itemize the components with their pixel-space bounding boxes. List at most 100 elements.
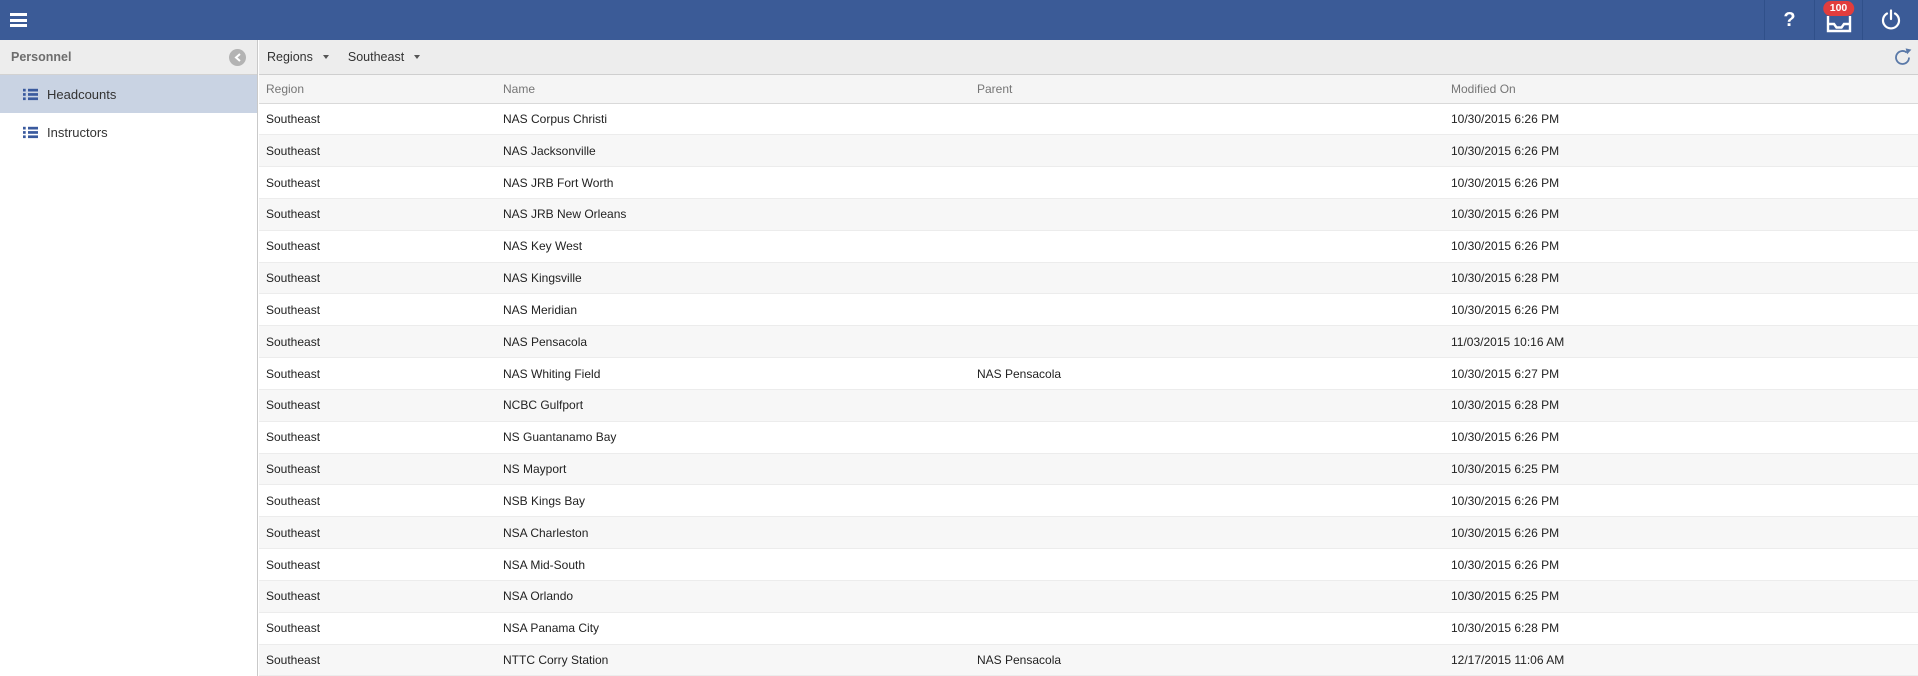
table-row[interactable]: SoutheastNAS Meridian10/30/2015 6:26 PM xyxy=(259,294,1918,326)
region-filter-label: Southeast xyxy=(348,50,404,64)
toolbar: Regions Southeast xyxy=(259,40,1918,75)
help-icon: ? xyxy=(1783,9,1795,32)
sidebar-item-instructors[interactable]: Instructors xyxy=(0,113,257,151)
column-header-name[interactable]: Name xyxy=(496,75,970,103)
table-cell: NSA Orlando xyxy=(496,580,970,612)
grid-body: SoutheastNAS Corpus Christi10/30/2015 6:… xyxy=(259,103,1918,676)
sidebar-item-label: Headcounts xyxy=(47,87,116,102)
menu-icon[interactable] xyxy=(10,11,27,30)
table-cell: Southeast xyxy=(259,167,496,199)
table-cell xyxy=(970,294,1444,326)
regions-dropdown-label: Regions xyxy=(267,50,313,64)
table-cell: 10/30/2015 6:27 PM xyxy=(1444,358,1918,390)
table-cell: 10/30/2015 6:26 PM xyxy=(1444,230,1918,262)
table-row[interactable]: SoutheastNS Guantanamo Bay 10/30/2015 6:2… xyxy=(259,421,1918,453)
table-cell: Southeast xyxy=(259,135,496,167)
table-cell: NAS Pensacola xyxy=(970,358,1444,390)
table-cell xyxy=(970,612,1444,644)
content: Regions Southeast Region Name Parent Mod… xyxy=(259,40,1918,676)
sidebar-item-headcounts[interactable]: Headcounts xyxy=(0,75,257,113)
column-header-parent[interactable]: Parent xyxy=(970,75,1444,103)
table-row[interactable]: SoutheastNSA Orlando10/30/2015 6:25 PM xyxy=(259,580,1918,612)
table-cell: NCBC Gulfport xyxy=(496,389,970,421)
table-cell: 10/30/2015 6:26 PM xyxy=(1444,103,1918,135)
table-cell: 11/03/2015 10:16 AM xyxy=(1444,326,1918,358)
table-cell: Southeast xyxy=(259,389,496,421)
table-cell xyxy=(970,517,1444,549)
table-cell xyxy=(970,549,1444,581)
table-cell: NTTC Corry Station xyxy=(496,644,970,676)
table-cell xyxy=(970,198,1444,230)
table-cell: 10/30/2015 6:26 PM xyxy=(1444,198,1918,230)
table-cell: Southeast xyxy=(259,485,496,517)
table-cell: Southeast xyxy=(259,612,496,644)
region-filter-dropdown[interactable]: Southeast xyxy=(348,50,420,64)
table-cell: 10/30/2015 6:28 PM xyxy=(1444,389,1918,421)
refresh-button[interactable] xyxy=(1893,40,1912,74)
table-row[interactable]: SoutheastNAS JRB New Orleans10/30/2015 6… xyxy=(259,198,1918,230)
table-cell: NAS Corpus Christi xyxy=(496,103,970,135)
table-cell: 10/30/2015 6:26 PM xyxy=(1444,135,1918,167)
table-cell: Southeast xyxy=(259,262,496,294)
sidebar-collapse-button[interactable] xyxy=(229,49,246,66)
table-cell: 10/30/2015 6:25 PM xyxy=(1444,453,1918,485)
column-header-modified-on[interactable]: Modified On xyxy=(1444,75,1918,103)
table-cell: NAS Whiting Field xyxy=(496,358,970,390)
chevron-down-icon xyxy=(414,55,420,59)
table-cell xyxy=(970,230,1444,262)
table-row[interactable]: SoutheastNSA Charleston10/30/2015 6:26 P… xyxy=(259,517,1918,549)
table-cell: Southeast xyxy=(259,103,496,135)
table-cell: NS Guantanamo Bay xyxy=(496,421,970,453)
table-row[interactable]: SoutheastNSA Panama City10/30/2015 6:28 … xyxy=(259,612,1918,644)
table-cell: Southeast xyxy=(259,294,496,326)
table-cell xyxy=(970,135,1444,167)
topbar: ? 100 xyxy=(0,0,1918,40)
sidebar-header: Personnel xyxy=(0,40,257,75)
table-cell xyxy=(970,167,1444,199)
table-cell: NSA Charleston xyxy=(496,517,970,549)
table-cell: NSA Mid-South xyxy=(496,549,970,581)
table-cell: NAS Pensacola xyxy=(970,644,1444,676)
table-cell: Southeast xyxy=(259,580,496,612)
regions-dropdown[interactable]: Regions xyxy=(267,50,329,64)
table-row[interactable]: SoutheastNAS Kingsville10/30/2015 6:28 P… xyxy=(259,262,1918,294)
table-cell: NAS Pensacola xyxy=(496,326,970,358)
power-icon xyxy=(1879,8,1903,32)
table-row[interactable]: SoutheastNAS Whiting FieldNAS Pensacola1… xyxy=(259,358,1918,390)
notifications-button[interactable]: 100 xyxy=(1814,0,1862,40)
sidebar-item-label: Instructors xyxy=(47,125,108,140)
table-cell: NAS Key West xyxy=(496,230,970,262)
table-cell: 10/30/2015 6:26 PM xyxy=(1444,167,1918,199)
column-header-region[interactable]: Region xyxy=(259,75,496,103)
table-row[interactable]: SoutheastNAS Jacksonville10/30/2015 6:26… xyxy=(259,135,1918,167)
grid-header: Region Name Parent Modified On xyxy=(259,75,1918,103)
inbox-icon xyxy=(1826,14,1852,33)
table-cell: Southeast xyxy=(259,358,496,390)
table-cell: Southeast xyxy=(259,644,496,676)
table-cell: NSB Kings Bay xyxy=(496,485,970,517)
logout-button[interactable] xyxy=(1862,0,1918,40)
help-button[interactable]: ? xyxy=(1764,0,1814,40)
table-row[interactable]: SoutheastNTTC Corry StationNAS Pensacola… xyxy=(259,644,1918,676)
table-row[interactable]: SoutheastNAS Key West10/30/2015 6:26 PM xyxy=(259,230,1918,262)
table-row[interactable]: SoutheastNSA Mid-South10/30/2015 6:26 PM xyxy=(259,549,1918,581)
table-cell: Southeast xyxy=(259,549,496,581)
table-cell xyxy=(970,326,1444,358)
table-cell xyxy=(970,453,1444,485)
table-row[interactable]: SoutheastNAS Corpus Christi 10/30/2015 6:… xyxy=(259,103,1918,135)
table-cell xyxy=(970,262,1444,294)
table-row[interactable]: SoutheastNAS Pensacola 11/03/2015 10:16 A… xyxy=(259,326,1918,358)
table-cell: Southeast xyxy=(259,421,496,453)
table-row[interactable]: SoutheastNCBC Gulfport 10/30/2015 6:28 PM xyxy=(259,389,1918,421)
table-cell: 10/30/2015 6:26 PM xyxy=(1444,421,1918,453)
table-row[interactable]: SoutheastNAS JRB Fort Worth10/30/2015 6:… xyxy=(259,167,1918,199)
table-row[interactable]: SoutheastNS Mayport10/30/2015 6:25 PM xyxy=(259,453,1918,485)
table-cell: 12/17/2015 11:06 AM xyxy=(1444,644,1918,676)
table-cell: Southeast xyxy=(259,326,496,358)
table-cell xyxy=(970,580,1444,612)
table-row[interactable]: SoutheastNSB Kings Bay10/30/2015 6:26 PM xyxy=(259,485,1918,517)
sidebar-title: Personnel xyxy=(11,50,71,64)
table-cell xyxy=(970,485,1444,517)
table-cell: NSA Panama City xyxy=(496,612,970,644)
table-cell: 10/30/2015 6:26 PM xyxy=(1444,517,1918,549)
